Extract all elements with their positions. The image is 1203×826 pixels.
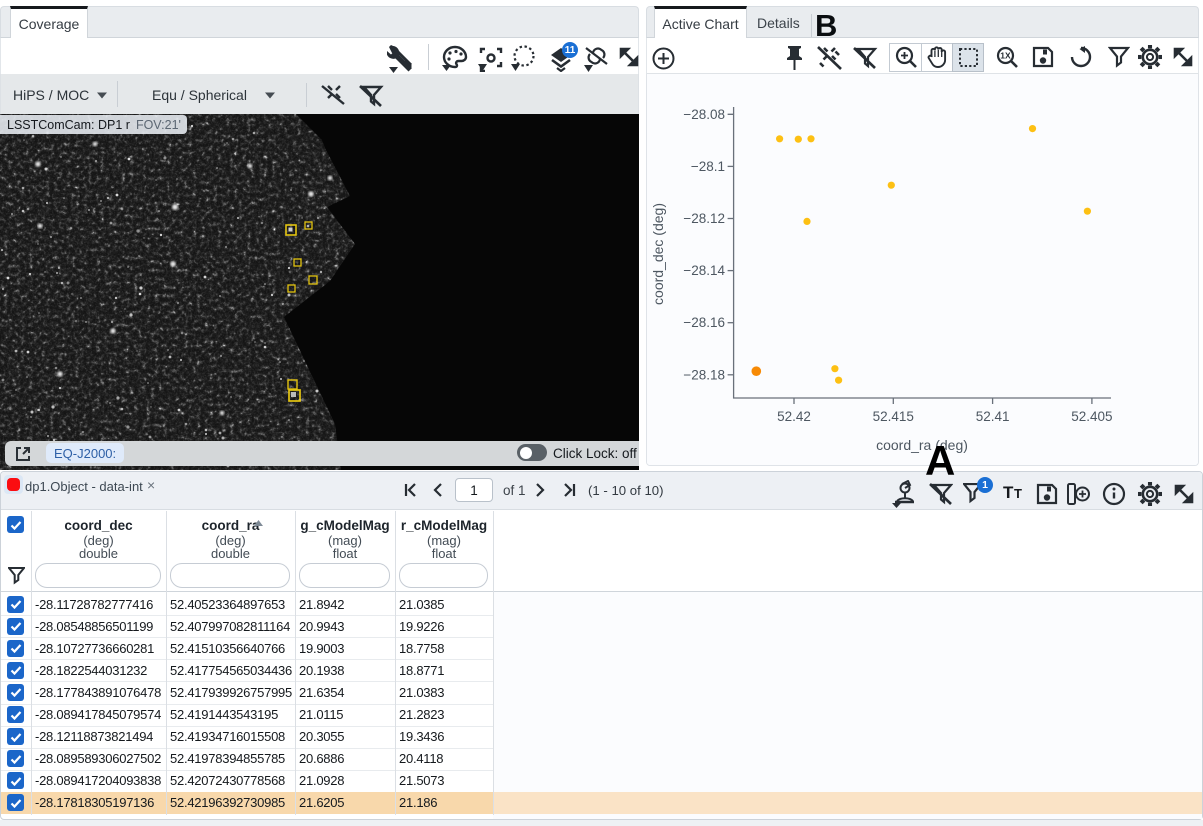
svg-text:1X: 1X: [1000, 51, 1011, 61]
svg-text:−28.16: −28.16: [683, 315, 725, 330]
svg-text:52.42: 52.42: [777, 409, 811, 424]
svg-text:52.41: 52.41: [976, 409, 1010, 424]
svg-text:−28.18: −28.18: [683, 367, 725, 382]
svg-text:−28.14: −28.14: [683, 263, 725, 278]
svg-text:T: T: [1014, 486, 1022, 501]
svg-text:T: T: [1003, 483, 1014, 502]
svg-text:52.405: 52.405: [1071, 409, 1112, 424]
svg-text:coord_dec (deg): coord_dec (deg): [650, 203, 666, 305]
svg-text:−28.12: −28.12: [683, 211, 725, 226]
svg-text:−28.08: −28.08: [683, 107, 725, 122]
svg-text:−28.1: −28.1: [691, 159, 725, 174]
svg-text:52.415: 52.415: [873, 409, 914, 424]
